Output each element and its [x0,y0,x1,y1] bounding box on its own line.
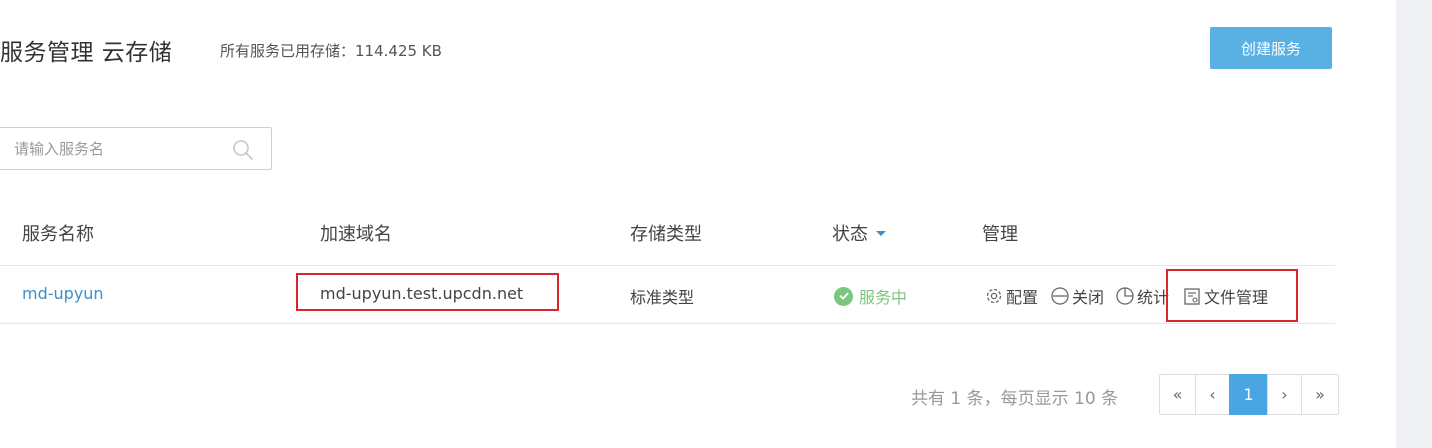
minus-circle-icon [1051,287,1069,305]
service-name-link[interactable]: md-upyun [22,284,104,303]
column-header-domain: 加速域名 [320,224,392,245]
column-header-status[interactable]: 状态 [832,220,886,246]
stats-action[interactable]: 统计 [1115,284,1169,308]
pagination-info: 共有 1 条，每页显示 10 条 [911,389,1119,409]
last-page-button[interactable]: » [1301,374,1339,415]
column-header-status-label: 状态 [832,224,868,245]
storage-usage-text: 所有服务已用存储：114.425 KB [220,42,442,60]
page: 服务管理 云存储 所有服务已用存储：114.425 KB 创建服务 服务名称 加… [0,0,1432,448]
next-page-button[interactable]: › [1267,374,1302,415]
search-icon[interactable] [231,138,255,162]
close-label: 关闭 [1072,288,1105,307]
stats-label: 统计 [1137,288,1170,307]
pagination: « ‹ 1 › » [1159,374,1339,415]
domain-highlight-box [296,273,559,311]
page-1-button[interactable]: 1 [1229,374,1268,415]
config-action[interactable]: 配置 [984,284,1038,308]
sort-caret-icon [876,230,886,236]
check-circle-icon [834,286,853,306]
storage-type-cell: 标准类型 [630,288,695,307]
create-service-button[interactable]: 创建服务 [1210,27,1332,69]
search-box [0,127,272,170]
file-manage-highlight-box [1166,269,1298,322]
row-divider [0,323,1335,324]
gear-icon [986,288,1002,304]
right-scroll-panel [1396,0,1432,448]
prev-page-button[interactable]: ‹ [1195,374,1230,415]
status-badge: 服务中 [834,284,907,308]
search-input[interactable] [14,128,219,169]
pie-chart-icon [1116,287,1134,305]
header-divider [0,265,1335,266]
close-action[interactable]: 关闭 [1050,284,1104,308]
column-header-service-name: 服务名称 [22,224,94,245]
status-text: 服务中 [859,288,908,307]
column-header-manage: 管理 [982,224,1018,245]
column-header-storage-type: 存储类型 [630,224,702,245]
first-page-button[interactable]: « [1159,374,1196,415]
config-label: 配置 [1006,288,1039,307]
page-title: 服务管理 云存储 [0,40,173,66]
